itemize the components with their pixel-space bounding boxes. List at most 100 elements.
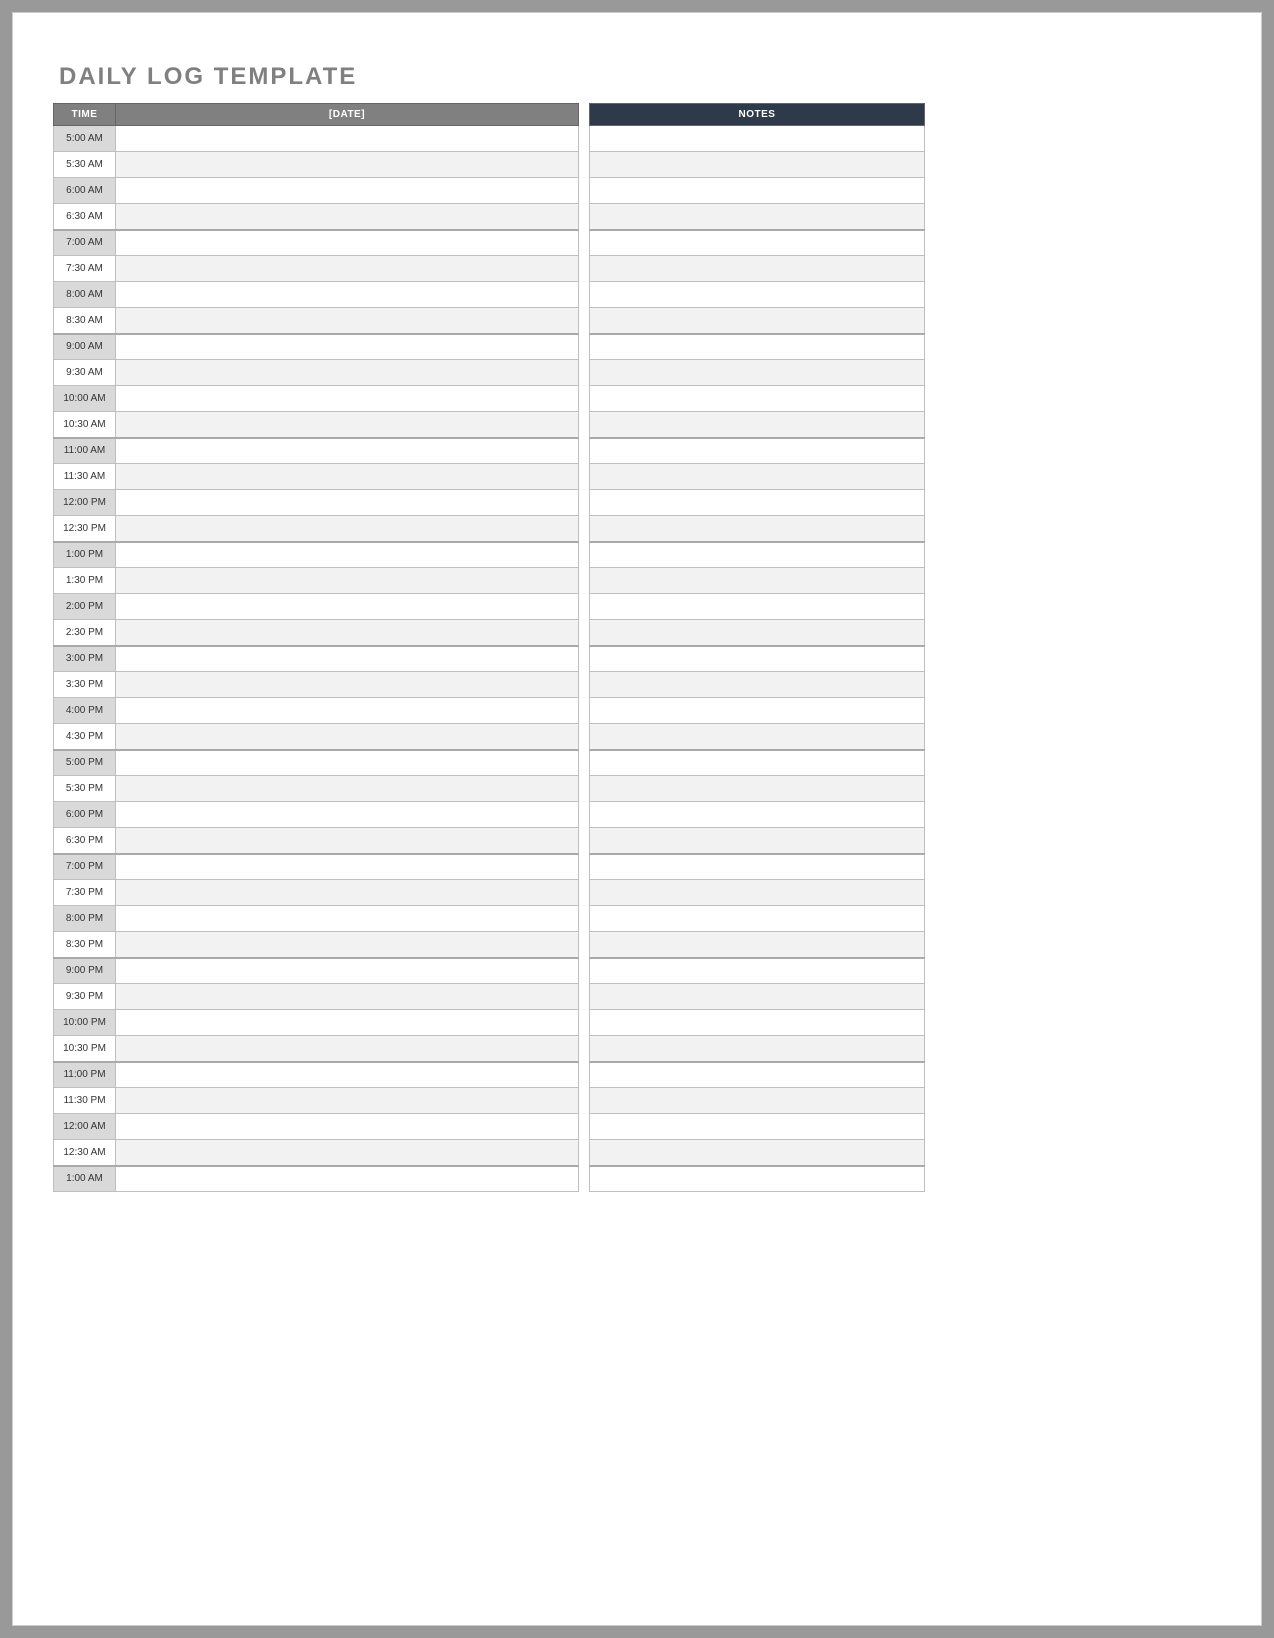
table-row	[590, 412, 925, 438]
note-cell[interactable]	[590, 1166, 925, 1192]
entry-cell[interactable]	[116, 412, 579, 438]
table-row	[590, 984, 925, 1010]
note-cell[interactable]	[590, 568, 925, 594]
table-row: 2:00 PM	[54, 594, 579, 620]
entry-cell[interactable]	[116, 958, 579, 984]
entry-cell[interactable]	[116, 178, 579, 204]
entry-cell[interactable]	[116, 750, 579, 776]
entry-cell[interactable]	[116, 854, 579, 880]
note-cell[interactable]	[590, 672, 925, 698]
entry-cell[interactable]	[116, 126, 579, 152]
entry-cell[interactable]	[116, 776, 579, 802]
note-cell[interactable]	[590, 542, 925, 568]
note-cell[interactable]	[590, 438, 925, 464]
entry-cell[interactable]	[116, 802, 579, 828]
entry-cell[interactable]	[116, 1010, 579, 1036]
note-cell[interactable]	[590, 1036, 925, 1062]
entry-cell[interactable]	[116, 1114, 579, 1140]
note-cell[interactable]	[590, 698, 925, 724]
entry-cell[interactable]	[116, 438, 579, 464]
note-cell[interactable]	[590, 1114, 925, 1140]
entry-cell[interactable]	[116, 646, 579, 672]
entry-cell[interactable]	[116, 1140, 579, 1166]
note-cell[interactable]	[590, 360, 925, 386]
entry-cell[interactable]	[116, 204, 579, 230]
entry-cell[interactable]	[116, 230, 579, 256]
time-cell: 1:30 PM	[54, 568, 116, 594]
note-cell[interactable]	[590, 802, 925, 828]
note-cell[interactable]	[590, 516, 925, 542]
entry-cell[interactable]	[116, 1166, 579, 1192]
note-cell[interactable]	[590, 126, 925, 152]
entry-cell[interactable]	[116, 516, 579, 542]
note-cell[interactable]	[590, 1140, 925, 1166]
note-cell[interactable]	[590, 230, 925, 256]
note-cell[interactable]	[590, 724, 925, 750]
entry-cell[interactable]	[116, 698, 579, 724]
entry-cell[interactable]	[116, 568, 579, 594]
note-cell[interactable]	[590, 646, 925, 672]
entry-cell[interactable]	[116, 672, 579, 698]
note-cell[interactable]	[590, 594, 925, 620]
note-cell[interactable]	[590, 932, 925, 958]
time-cell: 10:30 AM	[54, 412, 116, 438]
note-cell[interactable]	[590, 464, 925, 490]
note-cell[interactable]	[590, 490, 925, 516]
note-cell[interactable]	[590, 1010, 925, 1036]
time-cell: 8:00 PM	[54, 906, 116, 932]
entry-cell[interactable]	[116, 984, 579, 1010]
table-row	[590, 360, 925, 386]
table-row: 8:30 AM	[54, 308, 579, 334]
entry-cell[interactable]	[116, 620, 579, 646]
note-cell[interactable]	[590, 152, 925, 178]
entry-cell[interactable]	[116, 464, 579, 490]
header-time: TIME	[54, 104, 116, 126]
entry-cell[interactable]	[116, 1062, 579, 1088]
entry-cell[interactable]	[116, 308, 579, 334]
table-row	[590, 1010, 925, 1036]
note-cell[interactable]	[590, 1062, 925, 1088]
table-row: 10:00 PM	[54, 1010, 579, 1036]
table-row	[590, 594, 925, 620]
entry-cell[interactable]	[116, 1036, 579, 1062]
entry-cell[interactable]	[116, 724, 579, 750]
table-row	[590, 750, 925, 776]
note-cell[interactable]	[590, 178, 925, 204]
note-cell[interactable]	[590, 906, 925, 932]
entry-cell[interactable]	[116, 490, 579, 516]
entry-cell[interactable]	[116, 256, 579, 282]
note-cell[interactable]	[590, 256, 925, 282]
note-cell[interactable]	[590, 308, 925, 334]
entry-cell[interactable]	[116, 282, 579, 308]
note-cell[interactable]	[590, 984, 925, 1010]
entry-cell[interactable]	[116, 386, 579, 412]
note-cell[interactable]	[590, 334, 925, 360]
time-cell: 11:00 PM	[54, 1062, 116, 1088]
time-cell: 1:00 PM	[54, 542, 116, 568]
note-cell[interactable]	[590, 620, 925, 646]
entry-cell[interactable]	[116, 542, 579, 568]
note-cell[interactable]	[590, 282, 925, 308]
note-cell[interactable]	[590, 204, 925, 230]
note-cell[interactable]	[590, 828, 925, 854]
note-cell[interactable]	[590, 958, 925, 984]
entry-cell[interactable]	[116, 1088, 579, 1114]
table-row	[590, 464, 925, 490]
entry-cell[interactable]	[116, 880, 579, 906]
entry-cell[interactable]	[116, 828, 579, 854]
note-cell[interactable]	[590, 854, 925, 880]
entry-cell[interactable]	[116, 906, 579, 932]
note-cell[interactable]	[590, 750, 925, 776]
entry-cell[interactable]	[116, 594, 579, 620]
note-cell[interactable]	[590, 880, 925, 906]
time-cell: 7:00 AM	[54, 230, 116, 256]
entry-cell[interactable]	[116, 334, 579, 360]
entry-cell[interactable]	[116, 932, 579, 958]
entry-cell[interactable]	[116, 152, 579, 178]
note-cell[interactable]	[590, 776, 925, 802]
note-cell[interactable]	[590, 386, 925, 412]
entry-cell[interactable]	[116, 360, 579, 386]
note-cell[interactable]	[590, 1088, 925, 1114]
note-cell[interactable]	[590, 412, 925, 438]
table-row	[590, 932, 925, 958]
